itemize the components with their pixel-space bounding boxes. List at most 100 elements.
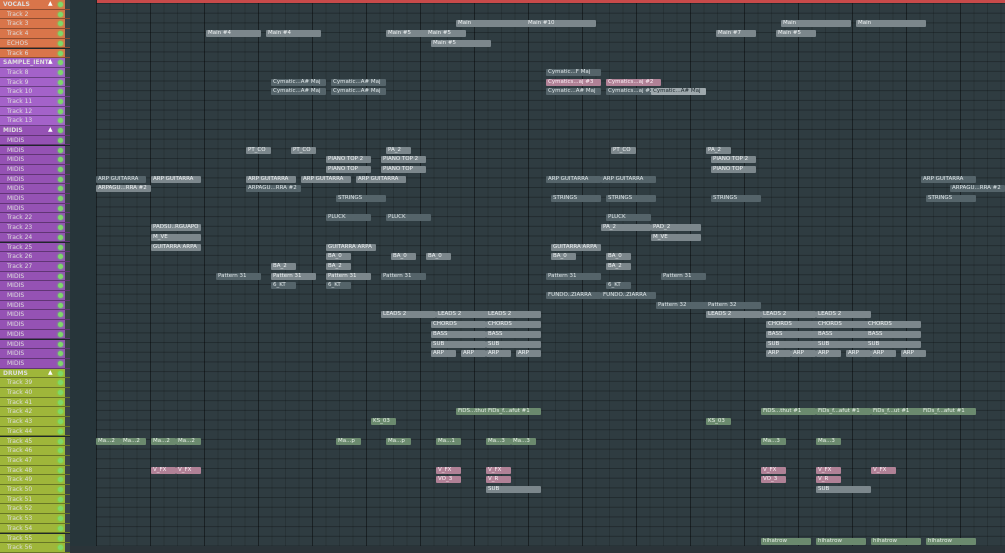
- track-header[interactable]: Track 46: [0, 446, 70, 456]
- pattern-clip[interactable]: Main #5: [431, 39, 491, 47]
- pattern-clip[interactable]: BASS: [816, 330, 871, 338]
- pattern-clip[interactable]: Pattern 32: [656, 301, 711, 309]
- pattern-clip[interactable]: PT_CO: [246, 146, 271, 154]
- pattern-clip[interactable]: V_FX: [816, 466, 841, 474]
- mute-led-icon[interactable]: [58, 40, 63, 46]
- track-header[interactable]: Track 50: [0, 485, 70, 495]
- track-header[interactable]: Track 26: [0, 252, 70, 262]
- mute-led-icon[interactable]: [58, 525, 63, 531]
- pattern-clip[interactable]: ARPAGU...RRA #2: [950, 185, 1005, 193]
- mute-led-icon[interactable]: [58, 234, 63, 240]
- pattern-clip[interactable]: LEADS 2: [706, 311, 761, 319]
- pattern-clip[interactable]: FiDS...thut #1: [761, 408, 816, 416]
- pattern-clip[interactable]: CHORDS: [431, 321, 486, 329]
- pattern-clip[interactable]: PADSU..RGUAPO: [151, 224, 201, 232]
- pattern-clip[interactable]: Pattern 31: [661, 272, 706, 280]
- track-header[interactable]: Track 13: [0, 116, 70, 127]
- pattern-clip[interactable]: PIANO TOP: [711, 165, 756, 173]
- mute-led-icon[interactable]: [58, 176, 63, 182]
- pattern-clip[interactable]: Cymatic...F Maj: [546, 68, 601, 76]
- track-header[interactable]: MIDIS: [0, 300, 70, 311]
- pattern-clip[interactable]: V_FX: [486, 466, 511, 474]
- pattern-clip[interactable]: ARP: [846, 350, 871, 358]
- mute-led-icon[interactable]: [58, 496, 63, 502]
- pattern-clip[interactable]: Main #5: [426, 30, 466, 38]
- pattern-clip[interactable]: 6_KT: [606, 282, 631, 290]
- mute-led-icon[interactable]: [58, 99, 63, 104]
- track-header[interactable]: Track 42: [0, 407, 70, 418]
- pattern-clip[interactable]: V_FX: [436, 466, 461, 474]
- pattern-clip[interactable]: PA_2: [706, 146, 731, 154]
- pattern-clip[interactable]: ARP GUITARRA: [301, 175, 351, 183]
- pattern-clip[interactable]: Ma...3: [816, 437, 841, 445]
- mute-led-icon[interactable]: [58, 390, 63, 395]
- pattern-clip[interactable]: PA_2: [386, 146, 411, 154]
- mute-led-icon[interactable]: [58, 205, 63, 211]
- track-header[interactable]: Track 53: [0, 514, 70, 524]
- pattern-clip[interactable]: Main #10: [526, 20, 596, 28]
- mute-led-icon[interactable]: [58, 79, 63, 85]
- pattern-clip[interactable]: VO_3: [761, 476, 786, 484]
- pattern-clip[interactable]: ARP GUITARRA: [546, 175, 601, 183]
- pattern-clip[interactable]: LEADS 2: [381, 311, 436, 319]
- pattern-clip[interactable]: BA_2: [606, 262, 631, 270]
- track-header[interactable]: MIDIS: [0, 281, 70, 291]
- pattern-clip[interactable]: LEADS 2: [816, 311, 871, 319]
- track-group-header[interactable]: MIDIS ▲: [0, 126, 70, 136]
- pattern-clip[interactable]: STRINGS: [711, 195, 761, 202]
- mute-led-icon[interactable]: [58, 283, 63, 289]
- track-header[interactable]: MIDIS: [0, 174, 70, 185]
- track-header[interactable]: Track 24: [0, 232, 70, 243]
- pattern-clip[interactable]: PLUCK: [386, 214, 431, 222]
- pattern-clip[interactable]: V_FX: [761, 466, 786, 474]
- track-header[interactable]: MIDIS: [0, 145, 70, 156]
- mute-led-icon[interactable]: [58, 89, 63, 95]
- pattern-clip[interactable]: STRINGS: [551, 195, 601, 202]
- pattern-clip[interactable]: STRINGS: [606, 195, 656, 202]
- mute-led-icon[interactable]: [58, 215, 63, 221]
- mute-led-icon[interactable]: [58, 370, 63, 376]
- pattern-clip[interactable]: BASS: [766, 330, 821, 338]
- track-header[interactable]: Track 12: [0, 106, 70, 117]
- track-group-header[interactable]: DRUMS ▲: [0, 368, 70, 379]
- collapse-icon[interactable]: ▲: [48, 58, 53, 65]
- mute-led-icon[interactable]: [58, 322, 63, 328]
- pattern-clip[interactable]: Pattern 31: [546, 272, 601, 280]
- pattern-clip[interactable]: ARP: [461, 350, 486, 358]
- track-header[interactable]: MIDIS: [0, 291, 70, 301]
- pattern-clip[interactable]: Ma...2: [96, 437, 121, 445]
- track-header[interactable]: Track 6: [0, 48, 70, 59]
- mute-led-icon[interactable]: [58, 487, 63, 492]
- track-header[interactable]: Track 23: [0, 223, 70, 233]
- pattern-clip[interactable]: FUNDO..ZIARRA: [546, 292, 601, 299]
- mute-led-icon[interactable]: [58, 428, 63, 434]
- pattern-clip[interactable]: Main: [456, 20, 536, 28]
- mute-led-icon[interactable]: [58, 477, 63, 483]
- pattern-clip[interactable]: V_R: [486, 476, 511, 484]
- mute-led-icon[interactable]: [58, 457, 63, 463]
- pattern-clip[interactable]: Cymatic...A# Maj: [546, 88, 601, 96]
- pattern-clip[interactable]: Pattern 31: [216, 272, 261, 280]
- pattern-clip[interactable]: BASS: [431, 330, 486, 338]
- pattern-clip[interactable]: PAD_2: [651, 224, 701, 232]
- pattern-clip[interactable]: Ma...2: [176, 437, 201, 445]
- pattern-clip[interactable]: PT_CO: [611, 146, 636, 154]
- track-header[interactable]: MIDIS: [0, 310, 70, 321]
- pattern-clip[interactable]: FiDs_f...afut #1: [816, 408, 871, 416]
- collapse-icon[interactable]: ▲: [48, 369, 53, 376]
- pattern-clip[interactable]: SUB: [486, 340, 541, 348]
- track-header[interactable]: ECHOS: [0, 38, 70, 49]
- pattern-clip[interactable]: BA_2: [326, 262, 351, 270]
- track-header[interactable]: MIDIS: [0, 184, 70, 194]
- pattern-clip[interactable]: SUB: [431, 340, 486, 348]
- mute-led-icon[interactable]: [58, 263, 63, 269]
- mute-led-icon[interactable]: [58, 118, 63, 124]
- pattern-clip[interactable]: Ma...1: [436, 437, 461, 445]
- pattern-clip[interactable]: BASS: [486, 330, 541, 338]
- mute-led-icon[interactable]: [58, 312, 63, 318]
- pattern-clip[interactable]: FiDs_f...afut #1: [486, 408, 541, 416]
- pattern-clip[interactable]: Ma...3: [486, 437, 511, 445]
- mute-led-icon[interactable]: [58, 166, 63, 172]
- pattern-clip[interactable]: hihatrow: [871, 538, 921, 545]
- mute-led-icon[interactable]: [58, 448, 63, 454]
